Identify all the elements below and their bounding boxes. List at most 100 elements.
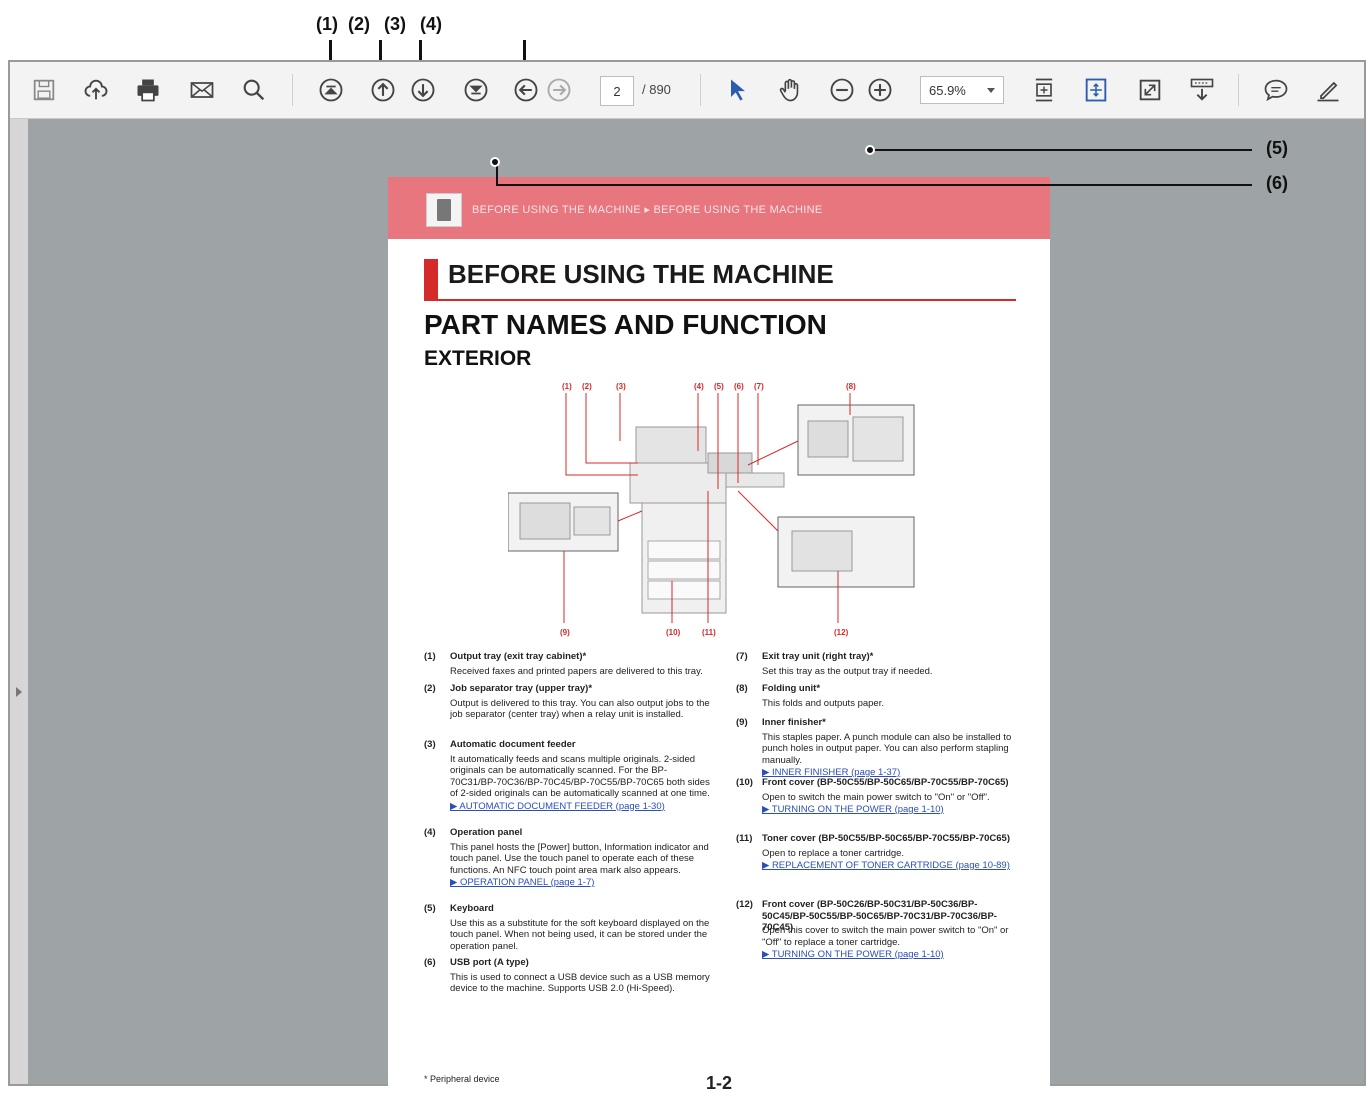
part-body: This panel hosts the [Power] button, Inf… (450, 841, 709, 876)
part-body: Received faxes and printed papers are de… (450, 665, 703, 677)
diagram-label: (3) (616, 382, 626, 391)
diagram-label: (10) (666, 628, 681, 637)
part-number: (6) (424, 957, 436, 968)
callout-6-line (496, 184, 1252, 186)
part-number: (12) (736, 899, 753, 910)
document-viewer[interactable]: BEFORE USING THE MACHINE ▸ BEFORE USING … (28, 119, 1364, 1115)
part-body: This is used to connect a USB device suc… (450, 971, 710, 995)
save-icon[interactable] (28, 74, 60, 106)
section-title: BEFORE USING THE MACHINE (448, 259, 834, 289)
diagram-label: (1) (562, 382, 572, 391)
part-link[interactable]: ▶ AUTOMATIC DOCUMENT FEEDER (page 1-30) (450, 801, 710, 813)
first-page-icon[interactable] (315, 74, 347, 106)
part-body: Output is delivered to this tray. You ca… (450, 697, 710, 721)
part-number: (8) (736, 683, 748, 694)
email-icon[interactable] (186, 74, 218, 106)
part-link[interactable]: ▶ TURNING ON THE POWER (page 1-10) (762, 804, 1022, 816)
part-number: (7) (736, 651, 748, 662)
pdf-viewer-window: 2 / 890 65.9% BEFORE USING THE MACHINE ▸… (8, 60, 1366, 1115)
part-body: This folds and outputs paper. (762, 697, 884, 709)
page-number: 1-2 (706, 1073, 733, 1093)
diagram-label: (12) (834, 628, 849, 637)
callout-3-label: (3) (384, 14, 406, 34)
diagram-label: (8) (846, 382, 856, 391)
diagram-label: (9) (560, 628, 570, 637)
machine-diagram: (1) (2) (3) (4) (5) (6) (7) (8) (9) (10) (11) (12) (507, 381, 928, 643)
part-body: Open to switch the main power switch to … (762, 791, 990, 803)
part-number: (5) (424, 903, 436, 914)
page-number-input[interactable]: 2 (600, 76, 634, 106)
callout-1-label: (1) (316, 14, 338, 34)
chevron-down-icon (987, 88, 995, 93)
part-title: Operation panel (450, 827, 523, 838)
diagram-label: (2) (582, 382, 592, 391)
page-heading: PART NAMES AND FUNCTION (424, 309, 827, 340)
part-title: Keyboard (450, 903, 494, 914)
upload-icon[interactable] (80, 74, 112, 106)
sidebar-toggle-strip[interactable] (10, 119, 28, 1084)
part-link[interactable]: ▶ TURNING ON THE POWER (page 1-10) (762, 949, 1022, 961)
part-title: Output tray (exit tray cabinet)* (450, 651, 587, 662)
printer-icon (426, 193, 462, 227)
part-title: Toner cover (BP-50C55/BP-50C65/BP-70C55/… (762, 833, 1010, 844)
toolbar-separator (700, 74, 701, 106)
next-page-icon[interactable] (407, 74, 439, 106)
select-tool-icon[interactable] (722, 74, 754, 106)
hand-tool-icon[interactable] (774, 74, 806, 106)
toolbar: 2 / 890 65.9% (10, 62, 1364, 119)
part-number: (4) (424, 827, 436, 838)
document-page: BEFORE USING THE MACHINE ▸ BEFORE USING … (388, 177, 1050, 1115)
callout-5-line (870, 149, 1252, 151)
zoom-value: 65.9% (929, 82, 966, 98)
part-link[interactable]: ▶ OPERATION PANEL (page 1-7) (450, 877, 710, 889)
part-title: Exit tray unit (right tray)* (762, 651, 874, 662)
part-body: Open this cover to switch the main power… (762, 925, 1009, 948)
back-icon[interactable] (510, 74, 542, 106)
zoom-out-icon[interactable] (826, 74, 858, 106)
callout-4-label: (4) (420, 14, 442, 34)
toolbar-separator (1238, 74, 1239, 106)
section-accent-bar (424, 259, 438, 299)
read-mode-icon[interactable] (1186, 74, 1218, 106)
search-icon[interactable] (238, 74, 270, 106)
zoom-in-icon[interactable] (864, 74, 896, 106)
print-icon[interactable] (132, 74, 164, 106)
callout-4-line (523, 40, 526, 62)
callout-6-dot (490, 157, 500, 167)
part-title: Front cover (BP-50C55/BP-50C65/BP-70C55/… (762, 777, 1009, 788)
breadcrumb[interactable]: BEFORE USING THE MACHINE ▸ BEFORE USING … (472, 203, 822, 216)
prev-page-icon[interactable] (367, 74, 399, 106)
forward-icon[interactable] (543, 74, 575, 106)
callout-3-line (419, 40, 422, 62)
part-body: This staples paper. A punch module can a… (762, 731, 1012, 766)
part-number: (10) (736, 777, 753, 788)
page-total: / 890 (642, 82, 671, 97)
part-link[interactable]: ▶ REPLACEMENT OF TONER CARTRIDGE (page 1… (762, 860, 1022, 872)
zoom-select[interactable]: 65.9% (920, 76, 1004, 104)
part-number: (2) (424, 683, 436, 694)
page-header-band: BEFORE USING THE MACHINE ▸ BEFORE USING … (388, 177, 1050, 239)
comment-icon[interactable] (1260, 74, 1292, 106)
sign-icon[interactable] (1312, 74, 1344, 106)
section-rule (424, 299, 1016, 301)
callout-6-label: (6) (1266, 173, 1288, 193)
part-body: Set this tray as the output tray if need… (762, 665, 933, 677)
callout-5-label: (5) (1266, 138, 1288, 158)
part-body: It automatically feeds and scans multipl… (450, 753, 710, 800)
diagram-label: (6) (734, 382, 744, 391)
footnote: * Peripheral device (424, 1074, 500, 1084)
diagram-label: (11) (702, 628, 716, 637)
part-body: Use this as a substitute for the soft ke… (450, 917, 710, 952)
diagram-label: (5) (714, 382, 724, 391)
toolbar-separator (292, 74, 293, 106)
diagram-label: (7) (754, 382, 764, 391)
callout-2-line (379, 40, 382, 62)
fit-page-icon[interactable] (1028, 74, 1060, 106)
part-title: Job separator tray (upper tray)* (450, 683, 593, 694)
callout-2-label: (2) (348, 14, 370, 34)
last-page-icon[interactable] (460, 74, 492, 106)
diagram-label: (4) (694, 382, 704, 391)
fullscreen-icon[interactable] (1134, 74, 1166, 106)
part-number: (9) (736, 717, 748, 728)
page-view-icon[interactable] (1080, 74, 1112, 106)
